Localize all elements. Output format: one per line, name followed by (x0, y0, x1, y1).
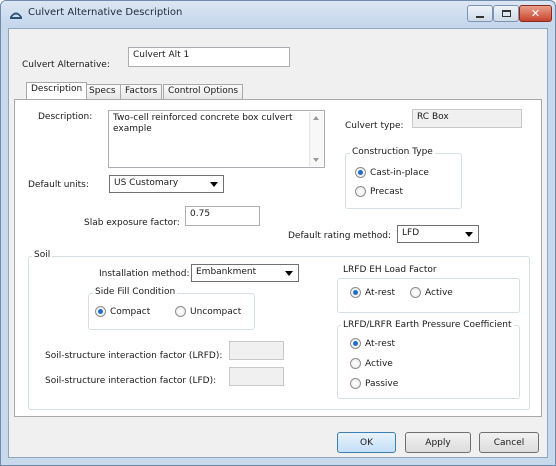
culvert-alternative-label: Culvert Alternative: (22, 60, 110, 70)
construction-type-title: Construction Type (350, 147, 435, 157)
eh-load-factor-title: LRFD EH Load Factor (341, 265, 439, 275)
radio-label: Active (365, 358, 393, 369)
radio-ep-at-rest[interactable]: At-rest (350, 338, 395, 349)
rating-method-select[interactable]: LFD (397, 225, 479, 243)
radio-cast-in-place[interactable]: Cast-in-place (355, 167, 429, 178)
minimize-button[interactable] (467, 5, 493, 22)
radio-indicator (350, 358, 361, 369)
slab-exposure-label: Slab exposure factor: (84, 218, 180, 228)
radio-indicator (350, 287, 361, 298)
description-textarea[interactable]: Two-cell reinforced concrete box culvert… (108, 110, 325, 168)
maximize-button[interactable] (493, 5, 519, 22)
radio-label: Uncompact (190, 306, 242, 317)
ssi-lfd-label: Soil-structure interaction factor (LFD): (45, 376, 217, 386)
culvert-type-label: Culvert type: (345, 121, 404, 131)
installation-method-select[interactable]: Embankment (191, 264, 299, 282)
description-scrollbar[interactable] (309, 112, 323, 166)
radio-indicator (355, 186, 366, 197)
radio-label: Active (425, 287, 453, 298)
close-button[interactable]: ✕ (519, 5, 552, 22)
radio-label: At-rest (365, 287, 396, 298)
installation-method-label: Installation method: (99, 269, 190, 279)
ssi-lfd-input[interactable] (229, 367, 284, 386)
window-title: Culvert Alternative Description (28, 7, 183, 18)
radio-precast[interactable]: Precast (355, 186, 403, 197)
earth-pressure-title: LRFD/LRFR Earth Pressure Coefficient (341, 320, 514, 330)
radio-ep-active[interactable]: Active (350, 358, 393, 369)
title-bar[interactable]: Culvert Alternative Description ✕ (1, 1, 553, 27)
radio-label: Passive (365, 378, 399, 389)
ssi-lrfd-label: Soil-structure interaction factor (LRFD)… (45, 351, 223, 361)
tab-factors[interactable]: Factors (120, 84, 163, 99)
chevron-down-icon (465, 232, 473, 237)
radio-uncompact[interactable]: Uncompact (175, 306, 241, 317)
bridge-icon (10, 12, 22, 19)
radio-label: At-rest (365, 338, 396, 349)
ssi-lrfd-input[interactable] (229, 341, 284, 360)
tab-description[interactable]: Description (26, 82, 88, 99)
apply-button[interactable]: Apply (405, 432, 471, 453)
soil-title: Soil (32, 250, 53, 260)
ok-button[interactable]: OK (337, 432, 396, 453)
minimize-icon (476, 15, 484, 18)
default-units-label: Default units: (28, 180, 89, 190)
side-fill-title: Side Fill Condition (93, 287, 178, 297)
slab-exposure-input[interactable]: 0.75 (185, 206, 260, 226)
radio-label: Precast (370, 186, 403, 197)
radio-label: Cast-in-place (370, 167, 429, 178)
radio-indicator (95, 306, 106, 317)
maximize-icon (501, 10, 511, 17)
close-icon: ✕ (530, 7, 541, 20)
radio-indicator (355, 167, 366, 178)
radio-ep-passive[interactable]: Passive (350, 378, 398, 389)
scroll-up-icon (313, 116, 319, 120)
radio-eh-active[interactable]: Active (410, 287, 453, 298)
default-units-select[interactable]: US Customary (109, 175, 224, 193)
radio-indicator (350, 338, 361, 349)
rating-method-label: Default rating method: (288, 231, 392, 241)
tab-specs[interactable]: Specs (84, 84, 121, 99)
chevron-down-icon (210, 182, 218, 187)
radio-indicator (175, 306, 186, 317)
culvert-type-field: RC Box (412, 109, 522, 128)
culvert-alternative-input[interactable]: Culvert Alt 1 (128, 47, 290, 67)
default-units-value: US Customary (114, 178, 179, 188)
chevron-down-icon (285, 271, 293, 276)
installation-method-value: Embankment (196, 267, 257, 277)
radio-eh-at-rest[interactable]: At-rest (350, 287, 395, 298)
cancel-button[interactable]: Cancel (479, 432, 539, 453)
scroll-down-icon (313, 158, 319, 162)
radio-indicator (410, 287, 421, 298)
radio-indicator (350, 378, 361, 389)
tab-control-options[interactable]: Control Options (163, 84, 244, 99)
construction-type-group (345, 153, 462, 209)
radio-label: Compact (110, 306, 151, 317)
description-text: Two-cell reinforced concrete box culvert… (113, 113, 293, 134)
rating-method-value: LFD (402, 228, 420, 238)
description-label: Description: (38, 112, 93, 122)
radio-compact[interactable]: Compact (95, 306, 150, 317)
